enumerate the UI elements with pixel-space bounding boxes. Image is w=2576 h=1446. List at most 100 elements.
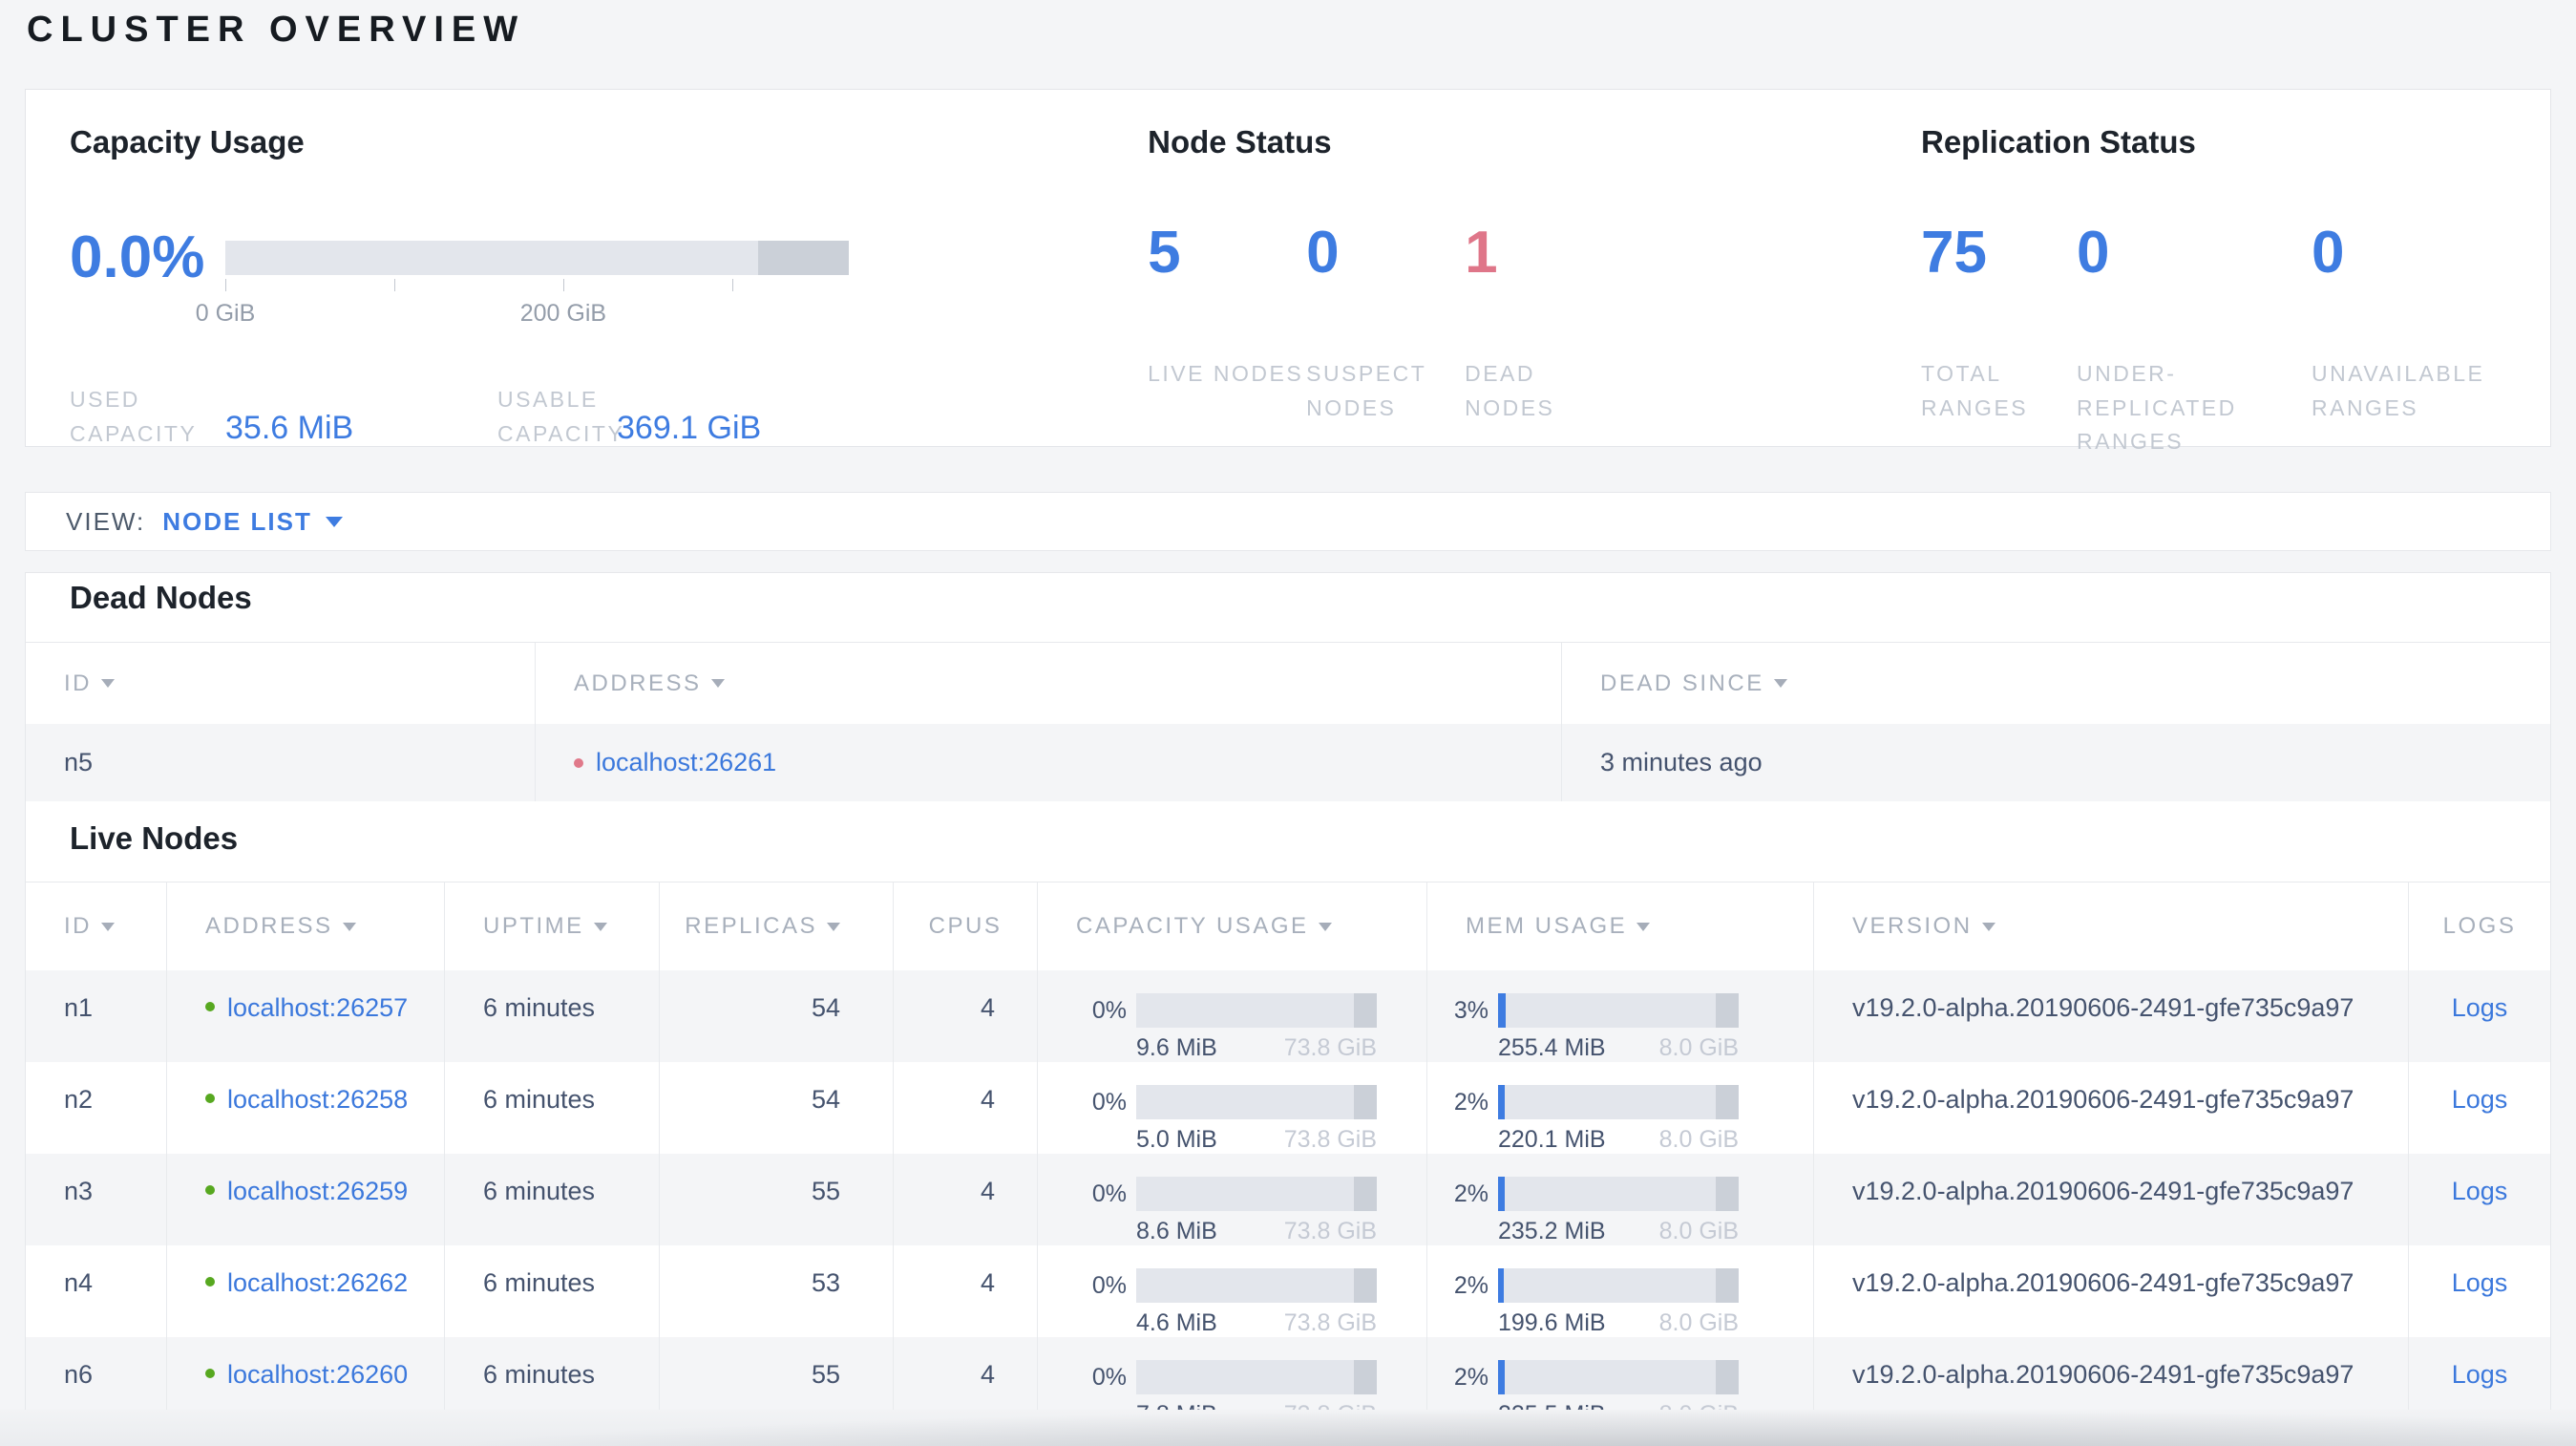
live-col-mem-usage[interactable]: MEM USAGE [1427,882,1814,970]
node-list-section: Dead Nodes ID ADDRESS DEAD SINCE n5 loca… [25,572,2551,1410]
sort-icon [1981,922,1995,931]
node-id: n4 [26,1245,167,1337]
suspect-nodes-stat: 0 SUSPECT NODES [1306,223,1465,425]
node-mem-usage: 2% 225.5 MiB8.0 GiB [1427,1337,1814,1410]
node-uptime: 6 minutes [445,1337,660,1410]
axis-tick-label: 200 GiB [519,299,607,327]
dead-since: 3 minutes ago [1600,748,1763,776]
node-logs-cell: Logs [2409,1245,2550,1337]
live-col-id[interactable]: ID [26,882,167,970]
sort-icon [1636,922,1651,931]
table-row: n6 localhost:26260 6 minutes 55 4 0% 7.8… [26,1337,2550,1410]
node-replicas: 55 [660,1154,894,1245]
dead-col-dead-since[interactable]: DEAD SINCE [1562,643,2550,724]
view-label: VIEW: [66,506,146,536]
logs-link[interactable]: Logs [2452,1177,2508,1205]
used-capacity-label: USED CAPACITY [70,387,198,446]
node-cpus: 4 [894,1154,1038,1245]
node-address-link[interactable]: localhost:26262 [227,1268,408,1298]
dead-nodes-heading: Dead Nodes [70,580,252,615]
node-cpus: 4 [894,1337,1038,1410]
node-capacity-usage: 0% 8.6 MiB 73.8 GiB [1038,1154,1427,1245]
dead-col-id[interactable]: ID [26,643,536,724]
axis-tick [225,278,226,291]
node-address-cell: localhost:26262 [167,1245,445,1337]
live-col-cpus[interactable]: CPUS [894,882,1038,970]
live-col-version[interactable]: VERSION [1814,882,2409,970]
capacity-mini-bar [1136,1268,1377,1303]
node-address-link[interactable]: localhost:26259 [227,1177,408,1206]
capacity-bar-track [225,240,849,275]
capacity-usage-chart: 0.0% 0 GiB 200 GiB [70,223,1148,327]
chevron-down-icon [325,516,343,527]
used-capacity-stat: USED CAPACITY 35.6 MiB [70,383,497,451]
axis-tick [562,278,564,291]
live-nodes-stat: 5 LIVE NODES [1148,223,1306,425]
axis-tick [731,278,733,291]
used-capacity-value: 35.6 MiB [225,410,354,447]
node-id: n1 [26,970,167,1062]
node-status-title: Node Status [1148,124,1332,159]
node-id: n5 [26,724,536,801]
total-ranges-label: TOTAL RANGES [1921,361,2029,420]
logs-link[interactable]: Logs [2452,1085,2508,1114]
node-uptime: 6 minutes [445,1154,660,1245]
node-id: n3 [26,1154,167,1245]
dead-nodes-label: DEAD NODES [1465,361,1555,420]
table-row: n1 localhost:26257 6 minutes 54 4 0% 9.6… [26,970,2550,1062]
sort-icon [1318,922,1332,931]
live-col-uptime[interactable]: UPTIME [445,882,660,970]
node-live-status-icon [205,1369,215,1378]
node-version: v19.2.0-alpha.20190606-2491-gfe735c9a97 [1814,1062,2409,1154]
axis-tick-label: 0 GiB [195,299,256,327]
logs-link[interactable]: Logs [2452,1360,2508,1389]
node-logs-cell: Logs [2409,970,2550,1062]
sort-icon [827,922,840,931]
node-address-link[interactable]: localhost:26260 [227,1360,408,1390]
node-live-status-icon [205,1185,215,1195]
node-capacity-usage: 0% 9.6 MiB 73.8 GiB [1038,970,1427,1062]
capacity-mini-bar [1136,1360,1377,1394]
node-address-link[interactable]: localhost:26257 [227,993,408,1023]
node-replicas: 53 [660,1245,894,1337]
usable-capacity-label: USABLE CAPACITY [497,387,625,446]
node-cpus: 4 [894,1245,1038,1337]
node-replicas: 55 [660,1337,894,1410]
under-replicated-ranges-count: 0 [2077,220,2110,286]
unavailable-ranges-stat: 0 UNAVAILABLE RANGES [2312,223,2550,459]
logs-link[interactable]: Logs [2452,1268,2508,1297]
live-col-capacity-usage[interactable]: CAPACITY USAGE [1038,882,1427,970]
node-replicas: 54 [660,1062,894,1154]
live-nodes-table-header: ID ADDRESS UPTIME REPLICAS CPUS CAPACITY… [26,882,2550,970]
under-replicated-ranges-label: UNDER-REPLICATED RANGES [2077,361,2237,455]
node-cpus: 4 [894,970,1038,1062]
node-logs-cell: Logs [2409,1154,2550,1245]
logs-link[interactable]: Logs [2452,993,2508,1022]
node-mem-usage: 2% 235.2 MiB 8.0 GiB [1427,1154,1814,1245]
node-version: v19.2.0-alpha.20190606-2491-gfe735c9a97 [1814,970,2409,1062]
replication-status-panel: Replication Status 75 TOTAL RANGES 0 UND… [1921,124,2550,454]
sort-icon [342,922,356,931]
dead-nodes-table-header: ID ADDRESS DEAD SINCE [26,642,2550,724]
node-address-cell: localhost:26261 [536,724,1562,801]
replication-stats: 75 TOTAL RANGES 0 UNDER-REPLICATED RANGE… [1921,223,2550,459]
node-address-cell: localhost:26257 [167,970,445,1062]
dead-nodes-count: 1 [1465,220,1498,286]
node-address-link[interactable]: localhost:26261 [596,748,776,777]
suspect-nodes-label: SUSPECT NODES [1306,361,1426,420]
dead-col-address[interactable]: ADDRESS [536,643,1562,724]
capacity-used-percent: 0.0% [70,224,205,290]
memory-mini-bar [1498,993,1739,1028]
node-live-status-icon [205,1277,215,1287]
capacity-bar-reserved-segment [758,240,849,275]
node-address-link[interactable]: localhost:26258 [227,1085,408,1115]
node-capacity-usage: 0% 7.8 MiB73.8 GiB [1038,1337,1427,1410]
node-logs-cell: Logs [2409,1337,2550,1410]
table-row: n2 localhost:26258 6 minutes 54 4 0% 5.0… [26,1062,2550,1154]
page-title: CLUSTER OVERVIEW [27,10,526,50]
live-col-address[interactable]: ADDRESS [167,882,445,970]
live-col-replicas[interactable]: REPLICAS [660,882,894,970]
view-selected-value: NODE LIST [162,506,312,536]
view-selector-dropdown[interactable]: NODE LIST [162,507,343,537]
node-uptime: 6 minutes [445,970,660,1062]
